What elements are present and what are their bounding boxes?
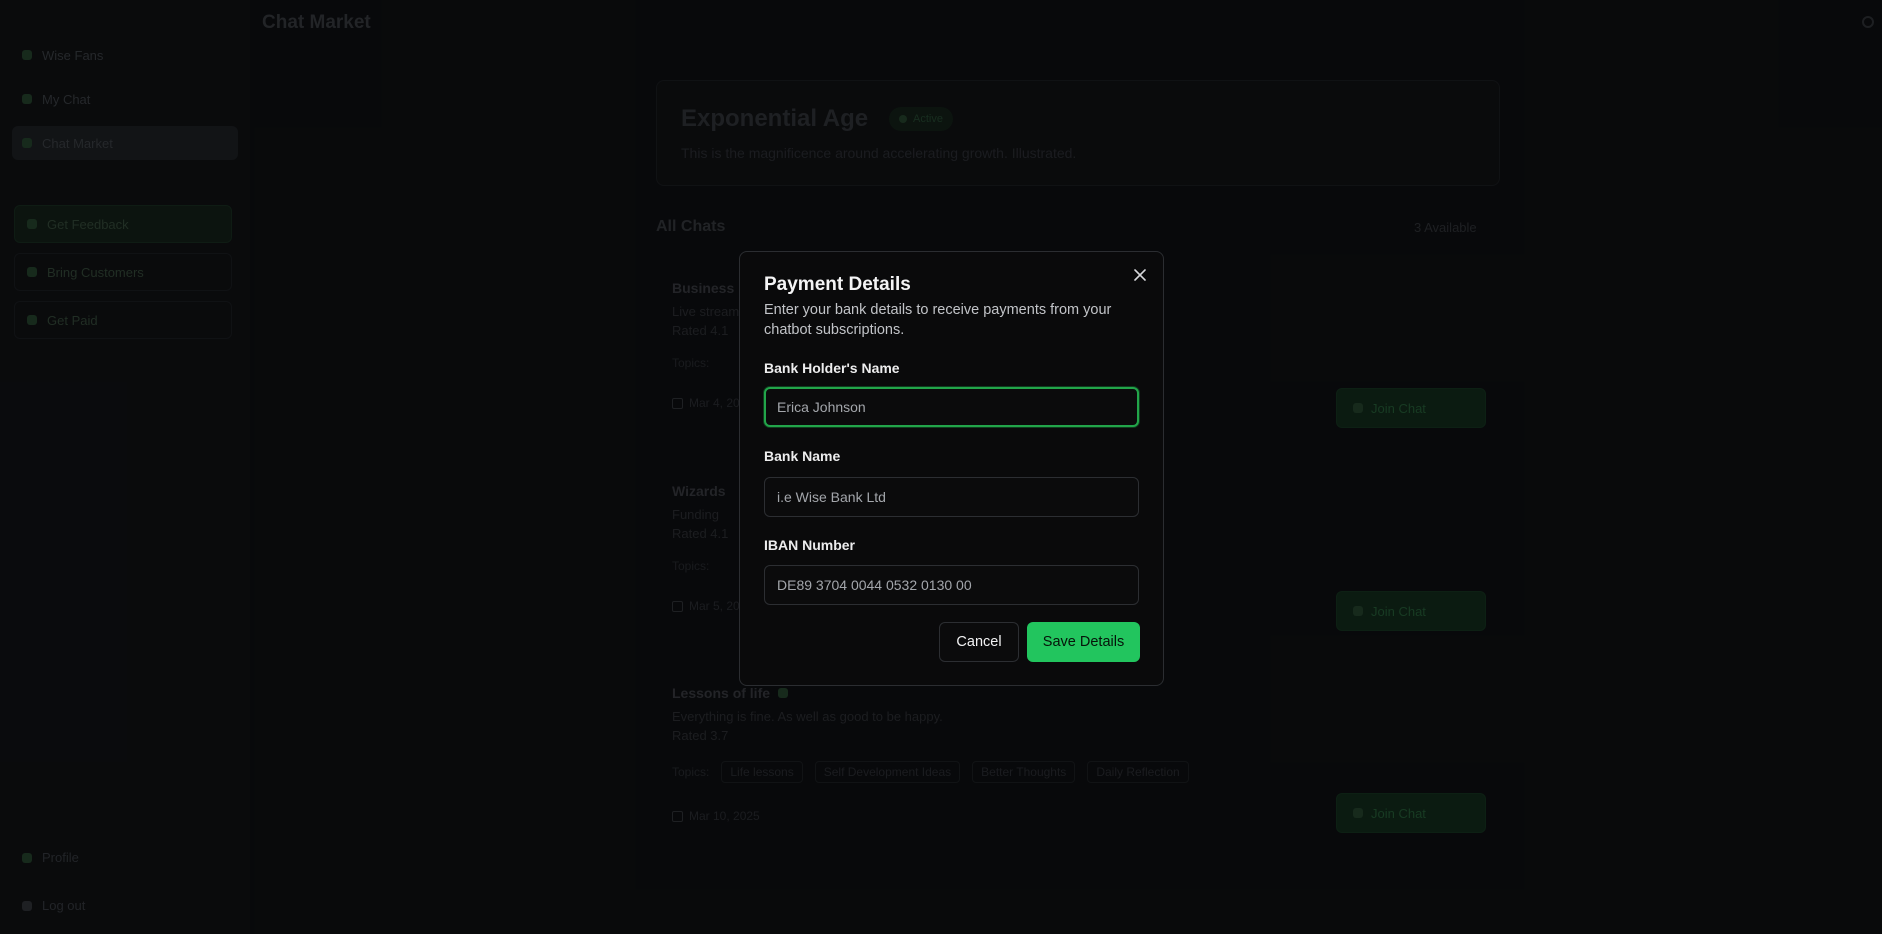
iban-label: IBAN Number xyxy=(764,537,856,553)
bank-holder-label: Bank Holder's Name xyxy=(764,360,900,376)
bank-holder-name-input[interactable] xyxy=(764,387,1139,427)
dialog-description: Enter your bank details to receive payme… xyxy=(764,302,1112,338)
save-details-button[interactable]: Save Details xyxy=(1027,622,1140,662)
dialog-title: Payment Details xyxy=(764,274,911,295)
cancel-button[interactable]: Cancel xyxy=(939,622,1019,662)
bank-name-label: Bank Name xyxy=(764,448,841,464)
close-icon[interactable] xyxy=(1133,268,1147,282)
payment-details-dialog: Payment Details Enter your bank details … xyxy=(739,251,1164,686)
iban-input[interactable] xyxy=(764,565,1139,605)
bank-name-input[interactable] xyxy=(764,477,1139,517)
